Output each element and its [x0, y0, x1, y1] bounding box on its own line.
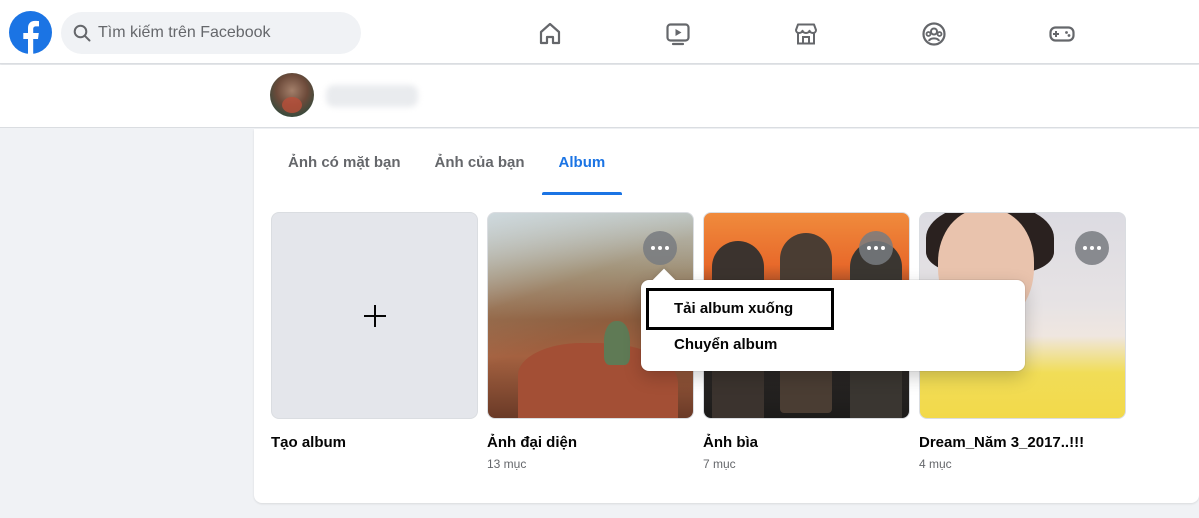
gaming-icon[interactable]: [1042, 14, 1082, 54]
groups-icon[interactable]: [914, 14, 954, 54]
watch-icon[interactable]: [658, 14, 698, 54]
album-title[interactable]: Tạo album: [271, 434, 478, 451]
tab-your-photos[interactable]: Ảnh của bạn: [418, 129, 542, 195]
more-options-button[interactable]: [643, 231, 677, 265]
profile-header-strip: [0, 65, 1199, 128]
create-album-thumbnail[interactable]: [271, 212, 478, 419]
dot-icon: [1097, 246, 1101, 250]
search-input[interactable]: [98, 24, 338, 42]
album-title[interactable]: Dream_Năm 3_2017..!!!: [919, 434, 1126, 451]
album-title[interactable]: Ảnh đại diện: [487, 434, 694, 451]
top-navigation-bar: [0, 0, 1199, 64]
dot-icon: [651, 246, 655, 250]
create-album-tile[interactable]: Tạo album: [271, 212, 478, 451]
more-options-button[interactable]: [859, 231, 893, 265]
search-icon: [73, 24, 91, 42]
profile-avatar[interactable]: [270, 73, 314, 117]
album-title[interactable]: Ảnh bìa: [703, 434, 910, 451]
dot-icon: [881, 246, 885, 250]
dot-icon: [1090, 246, 1094, 250]
blurred-profile-name: [326, 85, 418, 107]
highlight-annotation-box: [646, 288, 834, 330]
search-bar[interactable]: [61, 12, 361, 54]
dot-icon: [874, 246, 878, 250]
more-options-button[interactable]: [1075, 231, 1109, 265]
album-item-count: 7 mục: [703, 457, 736, 471]
plus-icon: [363, 304, 386, 327]
move-album-menu-item[interactable]: Chuyển album: [649, 326, 1017, 362]
dot-icon: [658, 246, 662, 250]
marketplace-icon[interactable]: [786, 14, 826, 54]
dot-icon: [665, 246, 669, 250]
album-item-count: 13 mục: [487, 457, 527, 471]
album-item-count: 4 mục: [919, 457, 952, 471]
photos-tabs: Ảnh có mặt bạn Ảnh của bạn Album: [271, 129, 622, 195]
canyon-figure-image: [604, 321, 630, 365]
tab-albums[interactable]: Album: [541, 129, 623, 195]
home-icon[interactable]: [530, 14, 570, 54]
dot-icon: [1083, 246, 1087, 250]
dot-icon: [867, 246, 871, 250]
tab-photos-of-you[interactable]: Ảnh có mặt bạn: [271, 129, 418, 195]
facebook-logo-icon[interactable]: [9, 11, 52, 54]
